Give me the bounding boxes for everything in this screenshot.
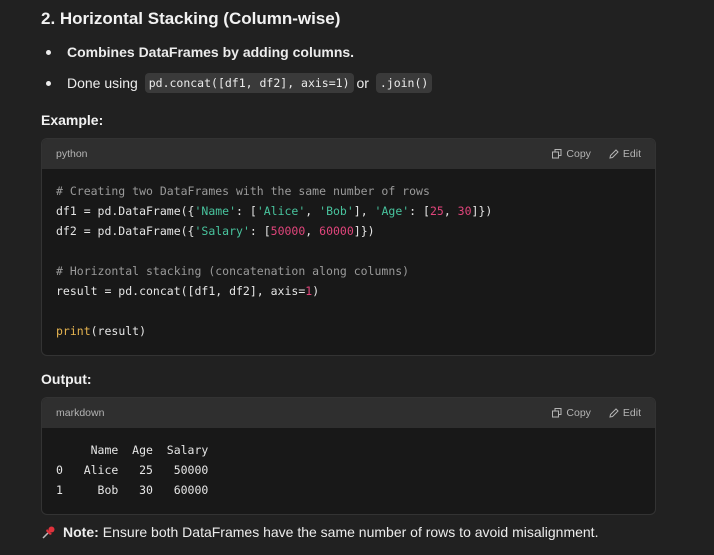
output-label: Output: — [41, 371, 92, 387]
code-number: 60000 — [319, 224, 354, 238]
bullet-item: Combines DataFrames by adding columns. — [46, 44, 354, 60]
inline-code: .join() — [375, 73, 433, 93]
code-string: 'Salary' — [194, 224, 250, 238]
bullet-item: Done using pd.concat([df1, df2], axis=1)… — [46, 73, 435, 93]
code-number: 50000 — [270, 224, 306, 238]
edit-button[interactable]: Edit — [609, 148, 641, 160]
bullet-text: Done using — [67, 75, 138, 91]
code-token: ]}) — [471, 204, 493, 218]
copy-button[interactable]: Copy — [552, 148, 591, 160]
edit-button-label: Edit — [622, 148, 641, 160]
code-token: : [ — [236, 204, 257, 218]
code-language-label: markdown — [56, 407, 105, 419]
code-token: (result) — [90, 324, 147, 338]
edit-icon — [609, 149, 619, 159]
code-string: 'Bob' — [319, 204, 354, 218]
code-block-header: markdown Copy Edit — [42, 398, 655, 428]
inline-code: pd.concat([df1, df2], axis=1) — [144, 73, 354, 93]
code-token: : [ — [249, 224, 271, 238]
code-token: result = pd.concat([df1, df2], axis= — [56, 284, 306, 298]
code-builtin: print — [56, 324, 91, 338]
code-token: , — [305, 224, 320, 238]
code-block-markdown: markdown Copy Edit Name Age Salary 0 Ali… — [41, 397, 656, 515]
code-token: ], — [353, 204, 375, 218]
note: Note: Ensure both DataFrames have the sa… — [41, 524, 598, 540]
code-token: , — [305, 204, 320, 218]
edit-icon — [609, 408, 619, 418]
code-language-label: python — [56, 148, 88, 160]
code-token: ) — [312, 284, 320, 298]
code-content: # Creating two DataFrames with the same … — [42, 169, 655, 353]
bullet-text: or — [356, 75, 369, 91]
code-comment: # Horizontal stacking (concatenation alo… — [56, 264, 410, 278]
bullet-dot — [46, 49, 51, 55]
copy-button-label: Copy — [566, 407, 591, 419]
note-text: Ensure both DataFrames have the same num… — [102, 524, 599, 540]
code-string: 'Age' — [374, 204, 410, 218]
copy-icon — [552, 149, 562, 159]
code-block-header: python Copy Edit — [42, 139, 655, 169]
code-string: 'Alice' — [256, 204, 306, 218]
output-content: Name Age Salary 0 Alice 25 50000 1 Bob 3… — [56, 443, 209, 497]
code-number: 25 — [429, 204, 444, 218]
bullet-dot — [46, 80, 51, 86]
copy-button[interactable]: Copy — [552, 407, 591, 419]
example-label: Example: — [41, 112, 104, 128]
edit-button[interactable]: Edit — [609, 407, 641, 419]
code-number: 30 — [457, 204, 472, 218]
copy-button-label: Copy — [566, 148, 591, 160]
pushpin-icon — [42, 526, 55, 539]
code-token: df2 = pd.DataFrame({ — [56, 224, 195, 238]
bullet-text: Combines DataFrames by adding columns. — [67, 44, 355, 60]
code-block-python: python Copy Edit # Creating two DataFram… — [41, 138, 656, 356]
code-token: df1 = pd.DataFrame({ — [56, 204, 195, 218]
code-comment: # Creating two DataFrames with the same … — [56, 184, 430, 198]
code-token: , — [443, 204, 458, 218]
code-string: 'Name' — [194, 204, 237, 218]
section-heading: 2. Horizontal Stacking (Column-wise) — [41, 9, 341, 28]
note-label: Note: — [63, 524, 99, 540]
copy-icon — [552, 408, 562, 418]
code-token: ]}) — [353, 224, 375, 238]
edit-button-label: Edit — [622, 407, 641, 419]
code-token: : [ — [409, 204, 430, 218]
